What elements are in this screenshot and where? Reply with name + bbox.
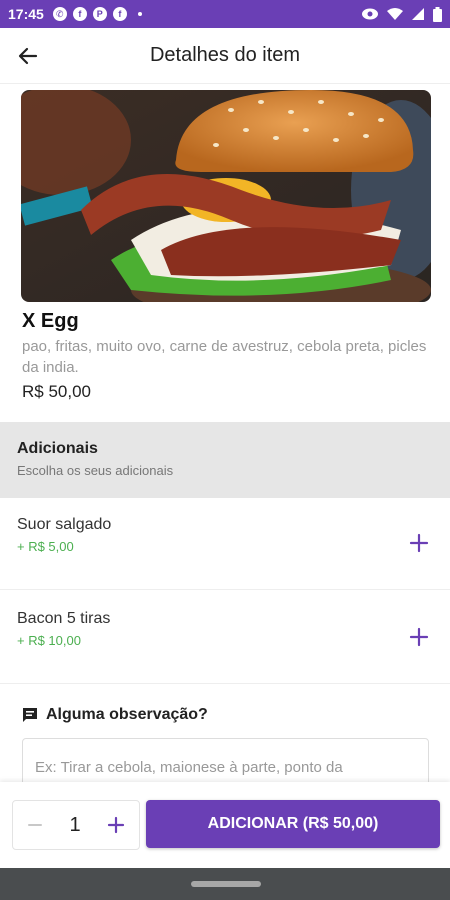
observation-title: Alguma observação? bbox=[22, 706, 208, 724]
page-title: Detalhes do item bbox=[149, 44, 301, 66]
add-to-cart-button[interactable]: ADICIONAR (R$ 50,00) bbox=[146, 800, 440, 848]
eye-icon bbox=[362, 8, 378, 20]
facebook-icon: f bbox=[72, 7, 87, 21]
quantity-value: 1 bbox=[69, 813, 81, 836]
item-name: X Egg bbox=[22, 310, 79, 332]
quantity-stepper: 1 bbox=[12, 800, 140, 850]
additionals-subtitle: Escolha os seus adicionais bbox=[17, 463, 174, 478]
facebook-icon: f bbox=[112, 7, 127, 21]
additionals-header: Adicionais Escolha os seus adicionais bbox=[0, 422, 450, 498]
plus-icon bbox=[409, 533, 429, 553]
minus-icon bbox=[28, 824, 42, 826]
additional-item: Bacon 5 tiras + R$ 10,00 bbox=[0, 592, 450, 684]
back-button[interactable] bbox=[14, 42, 42, 70]
item-price: R$ 50,00 bbox=[22, 382, 91, 401]
comment-icon bbox=[23, 708, 37, 722]
add-additional-button[interactable] bbox=[408, 626, 430, 648]
bottom-action-bar: 1 ADICIONAR (R$ 50,00) bbox=[0, 782, 450, 868]
additional-item: Suor salgado + R$ 5,00 bbox=[0, 498, 450, 590]
system-nav-bar bbox=[0, 868, 450, 900]
add-additional-button[interactable] bbox=[408, 532, 430, 554]
additional-item-name: Bacon 5 tiras bbox=[17, 610, 111, 627]
arrow-left-icon bbox=[18, 47, 38, 65]
item-description: pao, fritas, muito ovo, carne de avestru… bbox=[22, 338, 427, 376]
app-bar: Detalhes do item bbox=[0, 28, 450, 84]
observation-title-text: Alguma observação? bbox=[46, 706, 208, 723]
plus-icon bbox=[409, 627, 429, 647]
signal-icon bbox=[412, 8, 424, 20]
additional-item-name: Suor salgado bbox=[17, 516, 112, 533]
decrease-quantity-button[interactable] bbox=[27, 817, 43, 833]
whatsapp-icon: ✆ bbox=[52, 7, 67, 21]
status-bar: 17:45 ✆ f P f bbox=[0, 0, 450, 28]
additionals-title: Adicionais bbox=[17, 440, 98, 457]
additional-item-price: + R$ 10,00 bbox=[17, 633, 81, 648]
battery-icon bbox=[433, 6, 442, 22]
increase-quantity-button[interactable] bbox=[107, 816, 125, 834]
item-details-screen: 17:45 ✆ f P f Detalhes do item X Egg pao… bbox=[0, 0, 450, 900]
wifi-icon bbox=[387, 8, 403, 20]
status-time: 17:45 bbox=[8, 6, 44, 22]
additional-item-price: + R$ 5,00 bbox=[17, 539, 74, 554]
pinterest-icon: P bbox=[92, 7, 107, 21]
notification-dot-icon bbox=[137, 12, 142, 16]
plus-icon bbox=[107, 816, 125, 834]
home-handle[interactable] bbox=[191, 881, 261, 887]
item-image bbox=[21, 90, 431, 302]
